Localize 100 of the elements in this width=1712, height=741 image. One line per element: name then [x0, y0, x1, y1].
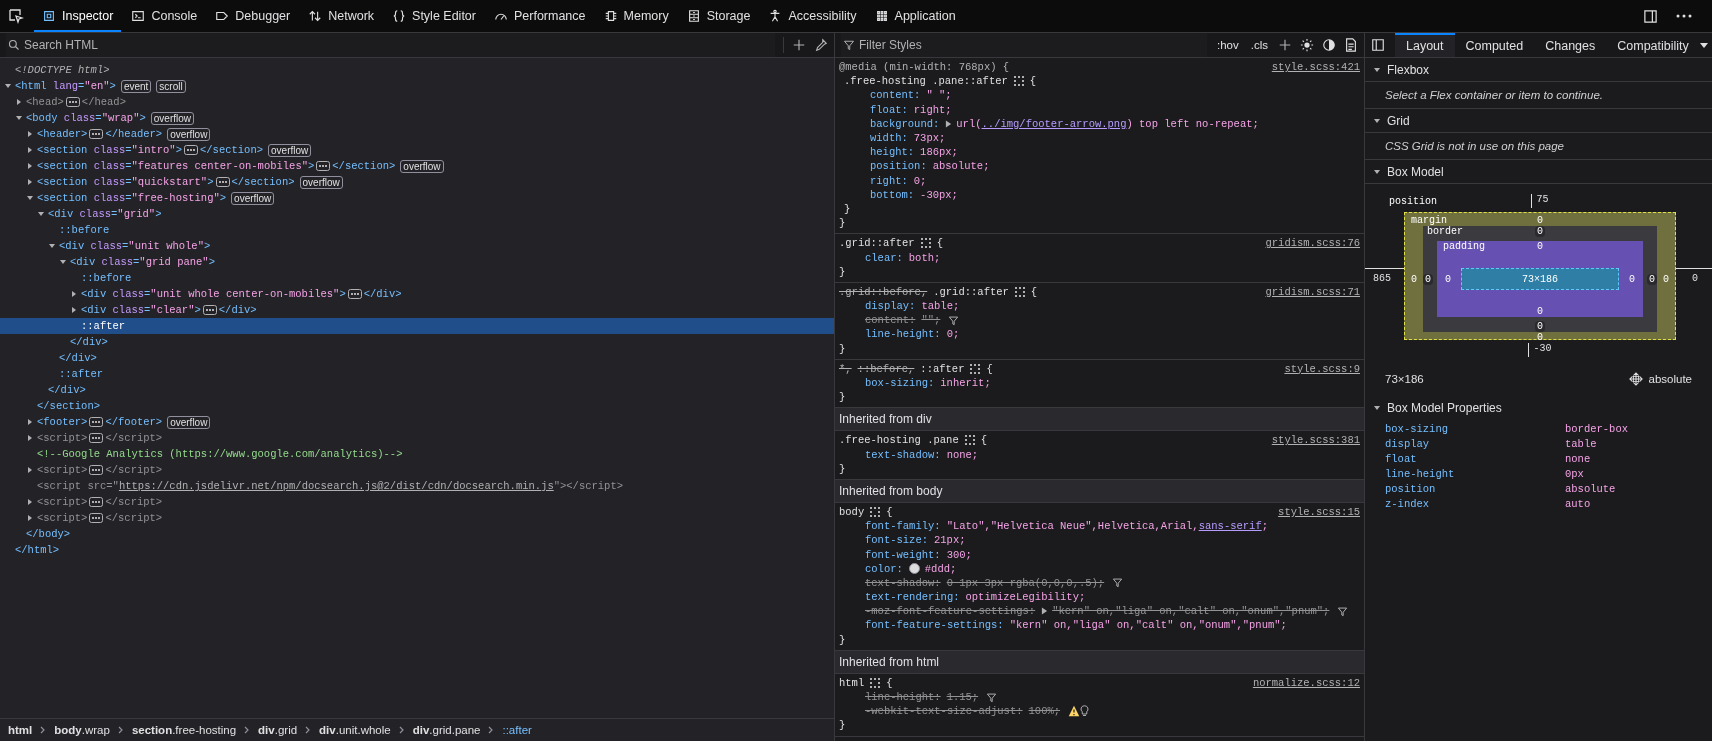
- padding-right[interactable]: 0: [1626, 273, 1637, 285]
- twisty-icon[interactable]: [1373, 116, 1381, 125]
- property-value[interactable]: 1.15;: [946, 691, 979, 704]
- url-link[interactable]: ../img/footer-arrow.png: [981, 117, 1127, 130]
- ellipsis-icon[interactable]: [89, 129, 104, 139]
- node-badge[interactable]: overflow: [167, 127, 211, 141]
- tool-tab[interactable]: Console: [123, 0, 206, 32]
- node-badge[interactable]: overflow: [150, 111, 195, 125]
- property-name[interactable]: height:: [870, 146, 915, 159]
- twisty-icon[interactable]: [70, 306, 78, 314]
- toggle-button[interactable]: .cls: [1248, 39, 1270, 51]
- source-link[interactable]: gridism.scss:71: [1265, 285, 1360, 298]
- color-swatch[interactable]: [908, 563, 920, 575]
- ellipsis-icon[interactable]: [347, 289, 362, 299]
- sidebar-tab[interactable]: Compatibility: [1606, 33, 1700, 57]
- section-header[interactable]: Box Model: [1365, 160, 1712, 184]
- url-link[interactable]: https://cdn.jsdelivr.net/npm/docsearch.js@2/dist/cdn/docsearch.min.js: [118, 480, 554, 492]
- property-value[interactable]: -30px;: [920, 188, 958, 201]
- breadcrumb[interactable]: div.unit.whole: [317, 724, 393, 736]
- property-value[interactable]: 73px;: [913, 132, 946, 145]
- twisty-icon[interactable]: [15, 114, 23, 122]
- markup-node[interactable]: <section class="intro"> </section> overflow: [0, 142, 834, 158]
- twisty-icon[interactable]: [26, 194, 34, 202]
- sun-icon[interactable]: [1300, 38, 1314, 52]
- property-name[interactable]: bottom:: [870, 188, 915, 201]
- twisty-icon[interactable]: [70, 290, 78, 298]
- contrast-icon[interactable]: [1322, 38, 1336, 52]
- border-left[interactable]: 0: [1423, 273, 1434, 285]
- property-name[interactable]: float:: [870, 103, 908, 116]
- twisty-icon[interactable]: [26, 418, 34, 426]
- document-icon[interactable]: [1344, 38, 1358, 52]
- property-value[interactable]: absolute;: [932, 160, 990, 173]
- tool-tab[interactable]: Debugger: [207, 0, 299, 32]
- node-badge[interactable]: overflow: [268, 143, 312, 157]
- markup-node[interactable]: <section class="free-hosting"> overflow: [0, 190, 834, 206]
- markup-node[interactable]: <script> </script>: [0, 510, 834, 526]
- markup-node[interactable]: <script> </script>: [0, 494, 834, 510]
- node-badge[interactable]: overflow: [167, 415, 211, 429]
- source-link[interactable]: style.scss:421: [1271, 61, 1360, 74]
- property-value[interactable]: "Lato","Helvetica Neue",Helvetica,Arial,sans-serif;: [946, 520, 1268, 533]
- margin-top[interactable]: 0: [1537, 215, 1543, 226]
- more-icon[interactable]: [1676, 14, 1692, 18]
- markup-node[interactable]: ::after: [0, 366, 834, 382]
- markup-node[interactable]: <!--Google Analytics (https://www.google.com/analytics)-->: [0, 446, 834, 462]
- property-value[interactable]: absolute: [1565, 483, 1712, 495]
- property-name[interactable]: box-sizing:: [865, 377, 935, 390]
- markup-node[interactable]: <script src="https://cdn.jsdelivr.net/npm/docsearch.js@2/dist/cdn/docsearch.min.js"></script>: [0, 478, 834, 494]
- ellipsis-icon[interactable]: [316, 161, 331, 171]
- property-value[interactable]: none: [1565, 453, 1712, 465]
- property-name[interactable]: content:: [865, 314, 916, 327]
- twisty-icon[interactable]: [1373, 403, 1381, 412]
- margin-right[interactable]: 0: [1663, 273, 1669, 285]
- property-name[interactable]: right:: [870, 174, 908, 187]
- position-right[interactable]: 0: [1676, 268, 1712, 284]
- property-value[interactable]: 0px: [1565, 468, 1712, 480]
- property-name[interactable]: line-height:: [865, 328, 941, 341]
- twisty-icon[interactable]: [1373, 65, 1381, 74]
- breadcrumb[interactable]: body.wrap: [52, 724, 112, 736]
- lightbulb-icon[interactable]: [1080, 705, 1090, 718]
- ellipsis-icon[interactable]: [65, 97, 80, 107]
- source-link[interactable]: normalize.scss:12: [1252, 676, 1360, 689]
- ellipsis-icon[interactable]: [184, 145, 198, 155]
- source-link[interactable]: style.scss:15: [1278, 505, 1360, 518]
- tool-tab[interactable]: Memory: [595, 0, 677, 32]
- property-value[interactable]: " ";: [926, 89, 952, 102]
- markup-node[interactable]: <footer> </footer> overflow: [0, 414, 834, 430]
- twisty-icon[interactable]: [26, 434, 34, 442]
- property-value[interactable]: "";: [921, 314, 941, 327]
- twisty-icon[interactable]: [26, 466, 34, 474]
- markup-node[interactable]: <html lang="en"> event scroll: [0, 78, 834, 94]
- node-badge[interactable]: scroll: [156, 79, 186, 93]
- node-badge[interactable]: overflow: [400, 159, 444, 173]
- property-name[interactable]: font-size:: [865, 534, 928, 547]
- property-name[interactable]: -moz-font-feature-settings:: [865, 605, 1036, 618]
- tool-tab[interactable]: Performance: [485, 0, 594, 32]
- twisty-icon[interactable]: [4, 82, 12, 90]
- twisty-icon[interactable]: [26, 146, 34, 154]
- property-value[interactable]: none;: [946, 448, 979, 461]
- property-value[interactable]: 0;: [946, 328, 960, 341]
- property-value[interactable]: optimizeLegibility;: [965, 591, 1086, 604]
- twisty-icon[interactable]: [1373, 167, 1381, 176]
- markup-node[interactable]: <div class="grid pane">: [0, 254, 834, 270]
- filter-input[interactable]: Filter Styles: [859, 38, 1207, 52]
- markup-node[interactable]: ::after: [0, 318, 834, 334]
- url-link[interactable]: sans-serif: [1198, 520, 1262, 533]
- markup-node[interactable]: <section class="quickstart"> </section> overflow: [0, 174, 834, 190]
- property-name[interactable]: -webkit-text-size-adjust:: [865, 705, 1023, 718]
- padding-bottom[interactable]: 0: [1537, 306, 1543, 317]
- property-value[interactable]: 186px;: [920, 146, 958, 159]
- position-top[interactable]: 75: [1531, 194, 1549, 208]
- markup-node[interactable]: ::before: [0, 270, 834, 286]
- sidebar-tab[interactable]: Layout: [1395, 33, 1455, 57]
- sidebar-toggle-icon[interactable]: [1371, 38, 1385, 52]
- property-name[interactable]: text-shadow:: [865, 576, 941, 589]
- markup-node[interactable]: <div class="clear"> </div>: [0, 302, 834, 318]
- markup-node[interactable]: <script> </script>: [0, 462, 834, 478]
- dotted-grid-icon[interactable]: [964, 435, 975, 446]
- node-badge[interactable]: overflow: [299, 175, 343, 189]
- source-link[interactable]: gridism.scss:76: [1265, 237, 1360, 250]
- dotted-grid-icon[interactable]: [1013, 76, 1024, 87]
